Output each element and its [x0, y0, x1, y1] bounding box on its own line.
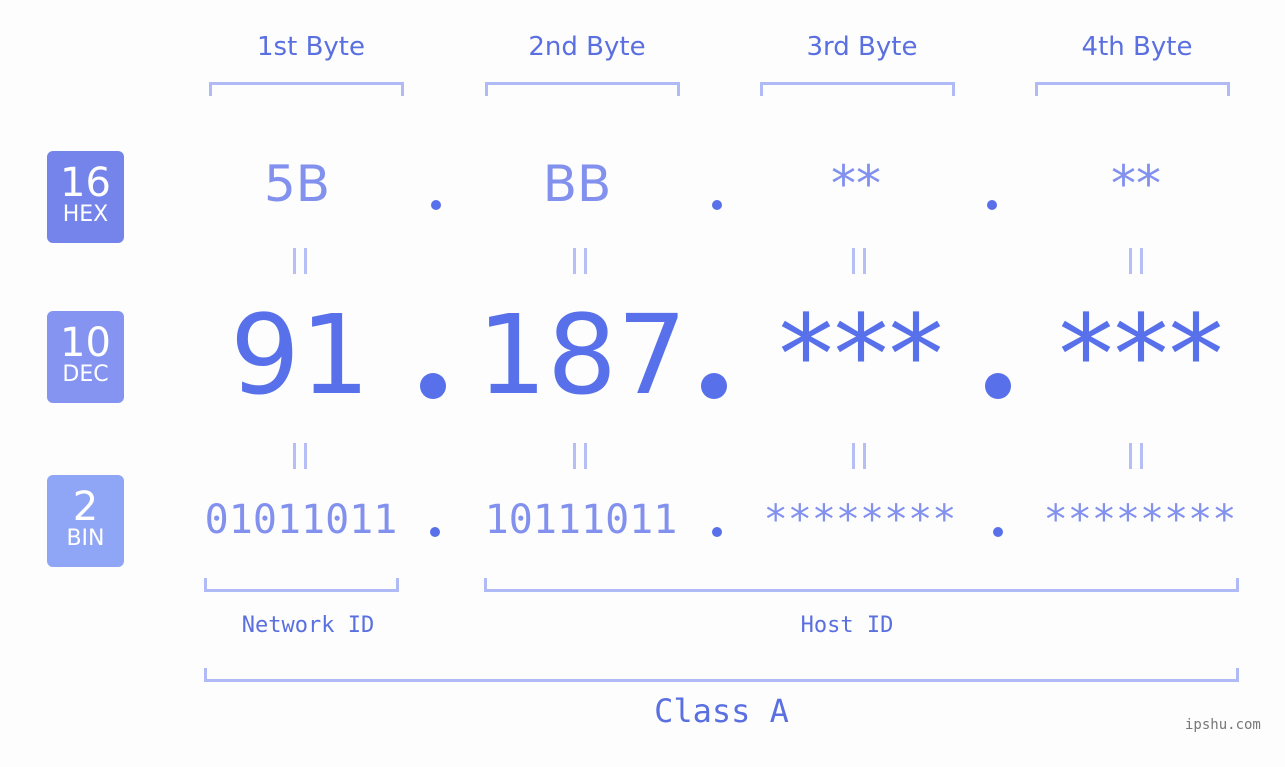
dec-dot-3: [985, 373, 1011, 399]
dec-byte-3: ***: [778, 291, 944, 419]
hex-badge: 16 HEX: [47, 151, 124, 243]
hex-byte-3: **: [831, 155, 881, 213]
hex-base: 16: [60, 160, 111, 206]
bin-badge: 2 BIN: [47, 475, 124, 567]
bin-dot-2: [712, 527, 722, 537]
class-label: Class A: [654, 692, 789, 730]
hex-byte-2: BB: [542, 155, 612, 213]
bin-byte-4: ********: [1043, 497, 1237, 543]
equals-icon: [852, 248, 866, 274]
bin-base: 2: [72, 484, 99, 530]
host-id-label: Host ID: [800, 613, 894, 638]
byte-header-1: 1st Byte: [257, 32, 365, 62]
equals-icon: [293, 443, 307, 469]
bin-byte-3: ********: [763, 497, 957, 543]
byte-header-2: 2nd Byte: [528, 32, 646, 62]
dec-base: 10: [60, 320, 111, 366]
equals-icon: [852, 443, 866, 469]
dec-dot-1: [420, 373, 446, 399]
hex-dot-2: [712, 200, 722, 210]
equals-icon: [293, 248, 307, 274]
network-id-bracket: [204, 578, 399, 592]
bin-byte-2: 10111011: [484, 497, 678, 543]
dec-byte-2: 187: [477, 291, 687, 419]
equals-icon: [1129, 443, 1143, 469]
hex-label: HEX: [62, 202, 109, 227]
equals-icon: [573, 248, 587, 274]
watermark: ipshu.com: [1185, 717, 1261, 733]
hex-dot-1: [431, 200, 441, 210]
class-bracket: [204, 668, 1239, 682]
byte-bracket-1: [209, 82, 404, 96]
byte-header-4: 4th Byte: [1081, 32, 1193, 62]
bin-byte-1: 01011011: [204, 497, 398, 543]
equals-icon: [573, 443, 587, 469]
host-id-bracket: [484, 578, 1239, 592]
byte-bracket-2: [485, 82, 680, 96]
bin-dot-3: [993, 527, 1003, 537]
dec-badge: 10 DEC: [47, 311, 124, 403]
byte-header-3: 3rd Byte: [806, 32, 918, 62]
hex-dot-3: [987, 200, 997, 210]
dec-dot-2: [701, 373, 727, 399]
hex-byte-4: **: [1111, 155, 1161, 213]
byte-bracket-3: [760, 82, 955, 96]
network-id-label: Network ID: [241, 613, 375, 638]
hex-byte-1: 5B: [263, 155, 331, 213]
dec-byte-1: 91: [230, 291, 370, 419]
bin-dot-1: [430, 527, 440, 537]
equals-icon: [1129, 248, 1143, 274]
dec-label: DEC: [62, 362, 109, 387]
dec-byte-4: ***: [1058, 291, 1224, 419]
byte-bracket-4: [1035, 82, 1230, 96]
bin-label: BIN: [66, 526, 105, 551]
